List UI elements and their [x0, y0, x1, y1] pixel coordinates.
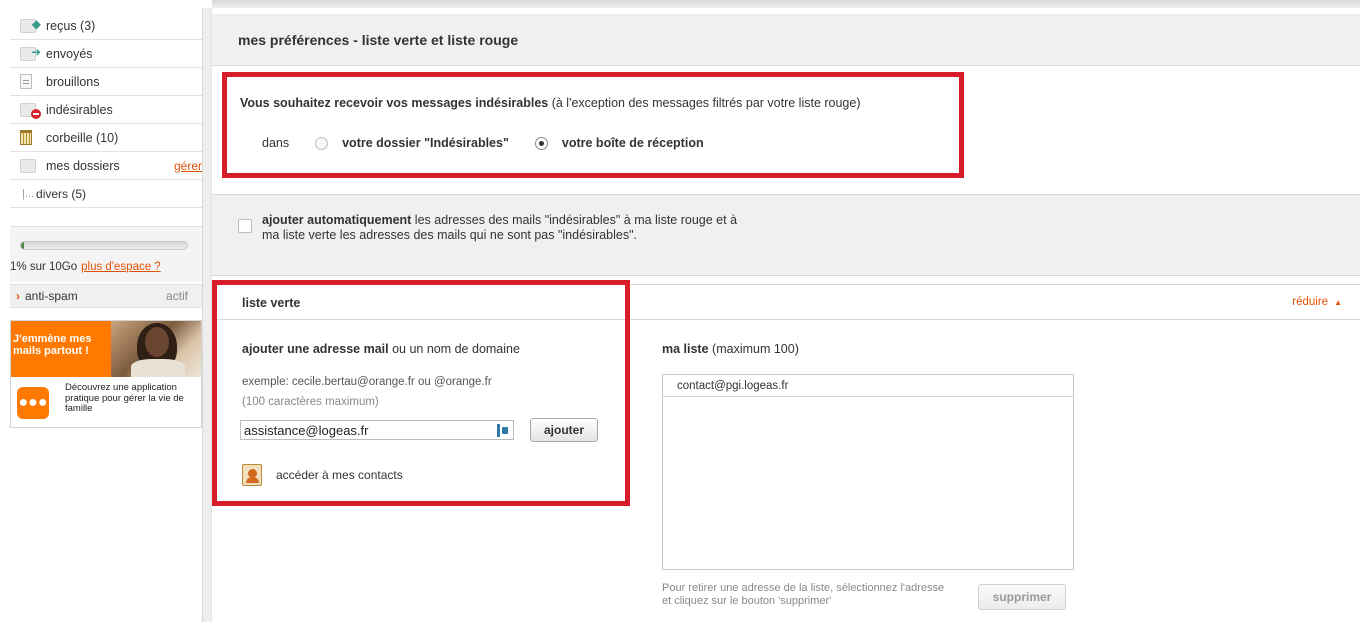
folder-label: envoyés — [46, 46, 93, 61]
my-list-title: ma liste (maximum 100) — [662, 342, 799, 356]
folder-drafts[interactable]: brouillons — [10, 68, 202, 96]
antispam-label: anti-spam — [25, 289, 78, 303]
promo-top: J'emmène mes mails partout ! — [11, 321, 201, 377]
tree-branch-icon: |... — [22, 187, 35, 200]
folder-my-folders[interactable]: mes dossiers gérer — [10, 152, 202, 180]
my-list-bold: ma liste — [662, 342, 709, 356]
my-list-box[interactable]: contact@pgi.logeas.fr — [662, 374, 1074, 570]
auto-add-line1: les adresses des mails "indésirables" à … — [411, 213, 738, 227]
promo-bottom: ●●● Découvrez une application pratique p… — [11, 377, 201, 427]
collapse-link[interactable]: réduire ▲ — [1292, 296, 1342, 308]
promo-photo — [111, 321, 201, 377]
sidebar: ◆ reçus (3) ➜ envoyés brouillons indésir… — [0, 0, 212, 622]
sidebar-divider — [202, 8, 212, 622]
folder-label: mes dossiers — [46, 158, 120, 173]
sent-arrow-icon: ➜ — [20, 46, 41, 61]
highlight-box-add — [212, 280, 630, 506]
draft-doc-icon — [20, 74, 32, 89]
storage-quota: 1% sur 10Go plus d'espace ? — [10, 226, 202, 282]
quota-bar-fill — [21, 242, 25, 249]
auto-add-bold: ajouter automatiquement — [262, 213, 412, 227]
more-space-link[interactable]: plus d'espace ? — [81, 261, 161, 273]
spam-folder-icon — [20, 102, 41, 119]
folder-inbox[interactable]: ◆ reçus (3) — [10, 12, 202, 40]
antispam-state: actif — [165, 289, 188, 303]
manage-folders-link[interactable]: gérer — [174, 159, 202, 173]
auto-add-checkbox[interactable] — [238, 219, 252, 233]
folder-label: reçus (3) — [46, 18, 96, 33]
my-list-rest: (maximum 100) — [708, 342, 799, 356]
remove-help-text: Pour retirer une adresse de la liste, sé… — [662, 582, 945, 607]
highlight-box-spam — [222, 72, 964, 178]
caret-up-icon: ▲ — [1334, 298, 1342, 307]
subfolder-label: divers (5) — [36, 186, 87, 201]
list-item[interactable]: contact@pgi.logeas.fr — [663, 375, 1073, 397]
quota-bar — [20, 241, 188, 250]
family-app-icon: ●●● — [17, 387, 49, 419]
trash-bin-icon — [20, 130, 32, 145]
auto-add-text: ajouter automatiquement les adresses des… — [262, 213, 862, 243]
promo-headline: J'emmène mes mails partout ! — [13, 333, 92, 357]
inbox-arrow-icon: ◆ — [20, 18, 41, 33]
folder-trash[interactable]: corbeille (10) — [10, 124, 202, 152]
auto-add-section: ajouter automatiquement les adresses des… — [212, 194, 1360, 276]
collapse-label: réduire — [1292, 296, 1329, 308]
folder-label: brouillons — [46, 74, 100, 89]
page-title: mes préférences - liste verte et liste r… — [238, 32, 519, 48]
quota-text: 1% sur 10Go plus d'espace ? — [10, 261, 161, 273]
antispam-row[interactable]: › anti-spam actif — [10, 284, 202, 308]
chevron-right-icon: › — [16, 289, 20, 303]
folder-label: indésirables — [46, 102, 113, 117]
folder-sent[interactable]: ➜ envoyés — [10, 40, 202, 68]
delete-button[interactable]: supprimer — [978, 584, 1066, 610]
folder-spam[interactable]: indésirables — [10, 96, 202, 124]
promo-banner[interactable]: J'emmène mes mails partout ! ●●● Découvr… — [10, 320, 202, 428]
quota-total: 10Go — [49, 261, 78, 273]
folder-label: corbeille (10) — [46, 130, 119, 145]
auto-add-line2: ma liste verte les adresses des mails qu… — [262, 228, 638, 242]
page-header: mes préférences - liste verte et liste r… — [212, 14, 1360, 66]
subfolder-divers[interactable]: |... divers (5) — [10, 180, 202, 208]
promo-description: Découvrez une application pratique pour … — [65, 382, 184, 414]
folder-list: ◆ reçus (3) ➜ envoyés brouillons indésir… — [10, 12, 202, 208]
folder-icon — [20, 158, 36, 173]
quota-prefix: 1% sur — [10, 261, 49, 273]
